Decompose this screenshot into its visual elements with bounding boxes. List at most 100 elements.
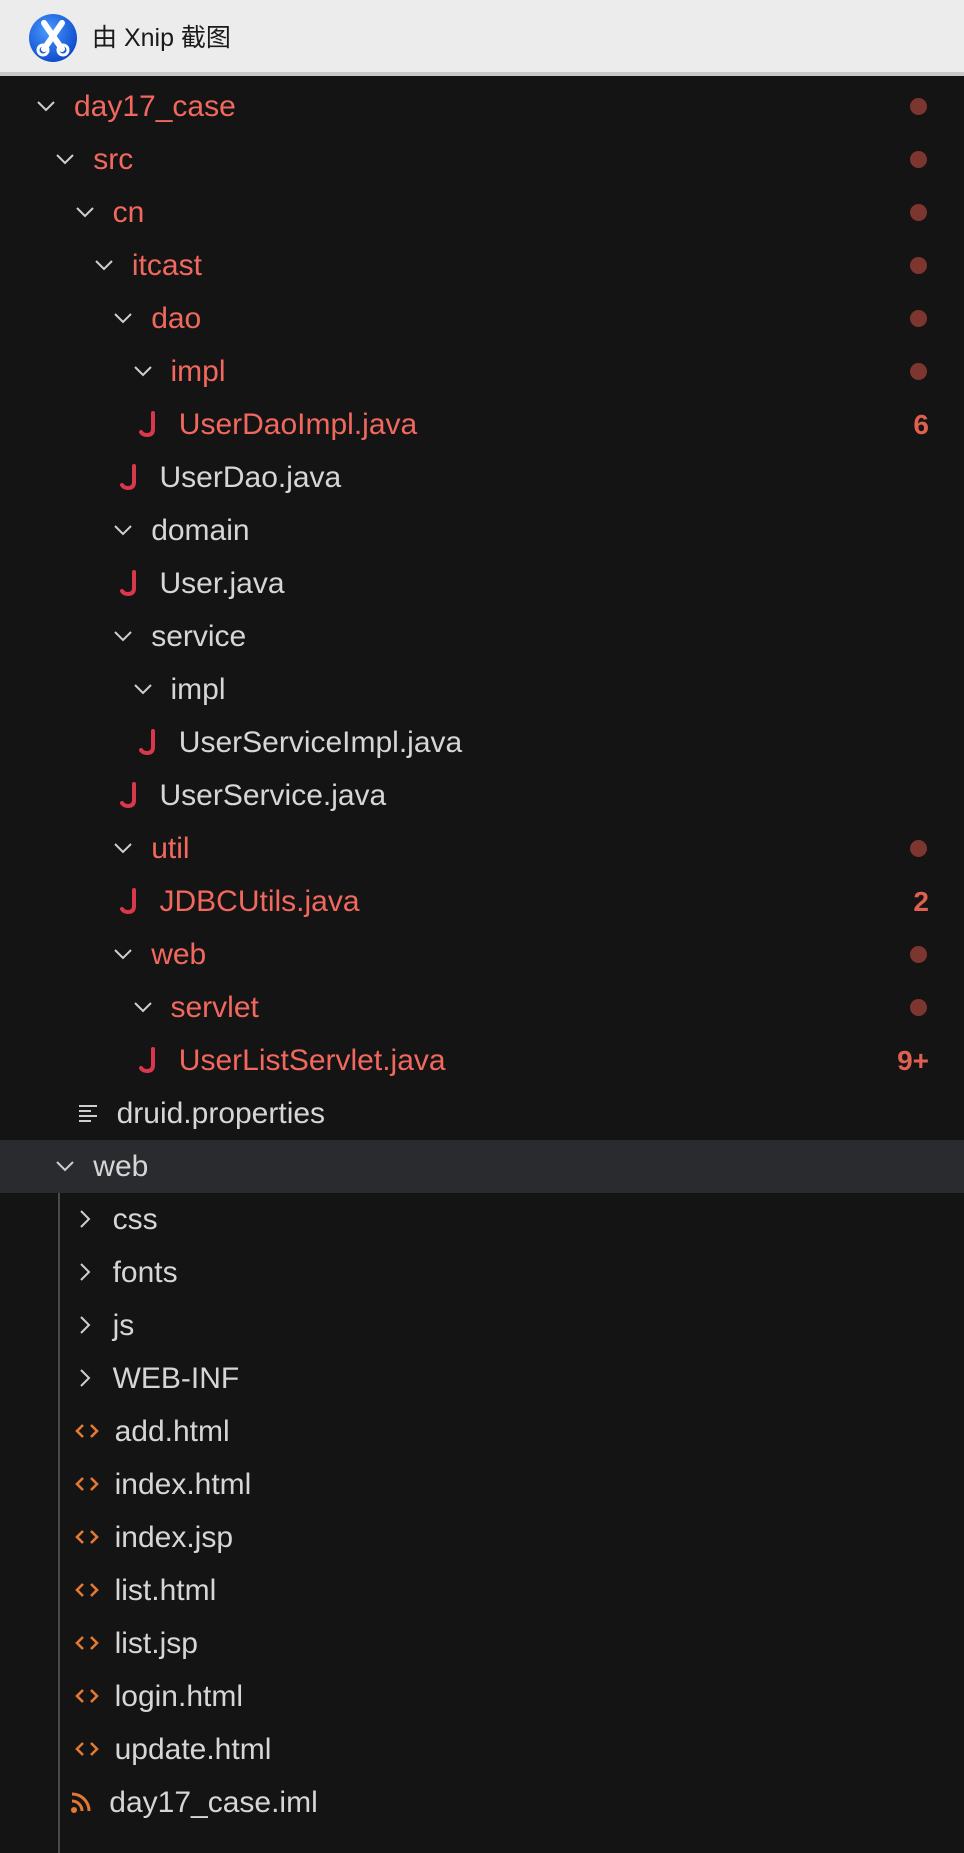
file-explorer-tree: day17_casesrc cn itcast dao impl UserDaoImpl.… <box>0 80 964 1853</box>
tree-file-row[interactable]: day17_case.iml <box>0 1776 964 1829</box>
tree-item-label: day17_case.iml <box>109 1786 318 1819</box>
tree-folder-row[interactable]: cn <box>0 186 964 239</box>
error-dot-icon <box>910 363 927 380</box>
chevron-down-icon[interactable] <box>111 624 135 648</box>
tree-file-row[interactable]: list.html <box>0 1564 964 1617</box>
tree-folder-row[interactable]: servlet <box>0 981 964 1034</box>
html-file-icon <box>74 1470 99 1498</box>
tree-folder-row[interactable]: day17_case <box>0 80 964 133</box>
tree-file-row[interactable]: druid.properties <box>0 1087 964 1140</box>
tree-folder-row[interactable]: service <box>0 610 964 663</box>
chevron-down-icon[interactable] <box>111 836 135 860</box>
tree-item-label: web <box>93 1150 149 1183</box>
chevron-down-icon[interactable] <box>131 995 155 1019</box>
tree-file-row[interactable]: update.html <box>0 1723 964 1776</box>
tree-file-row[interactable]: JDBCUtils.java 2 <box>0 875 964 928</box>
tree-folder-row[interactable]: WEB-INF <box>0 1352 964 1405</box>
tree-item-label: src <box>93 143 134 176</box>
tree-item-label: impl <box>170 355 226 388</box>
html-file-icon <box>74 1735 99 1763</box>
java-file-icon <box>138 1046 163 1074</box>
tree-file-row[interactable]: UserDaoImpl.java 6 <box>0 398 964 451</box>
html-file-icon <box>74 1523 99 1551</box>
tree-file-row[interactable]: UserService.java <box>0 769 964 822</box>
tree-file-row[interactable]: list.jsp <box>0 1617 964 1670</box>
tree-item-label: css <box>112 1203 158 1236</box>
chevron-down-icon[interactable] <box>131 359 155 383</box>
problem-count-badge: 2 <box>913 886 929 917</box>
chevron-down-icon[interactable] <box>53 1154 77 1178</box>
tree-item-label: list.html <box>114 1574 217 1607</box>
tree-item-label: itcast <box>131 249 202 282</box>
chevron-down-icon[interactable] <box>111 942 135 966</box>
tree-file-row[interactable]: add.html <box>0 1405 964 1458</box>
tree-item-label: add.html <box>114 1415 230 1448</box>
tree-item-label: login.html <box>114 1680 243 1713</box>
java-file-icon <box>119 569 144 597</box>
tree-folder-row[interactable]: src <box>0 133 964 186</box>
tree-item-label: cn <box>112 196 145 229</box>
tree-item-label: User.java <box>159 567 285 600</box>
chevron-right-icon[interactable] <box>73 1260 97 1284</box>
tree-file-row[interactable]: UserDao.java <box>0 451 964 504</box>
window-title: 由 Xnip 截图 <box>92 24 231 52</box>
tree-folder-row[interactable]: dao <box>0 292 964 345</box>
error-dot-icon <box>910 946 927 963</box>
tree-file-row[interactable]: UserListServlet.java 9+ <box>0 1034 964 1087</box>
error-dot-icon <box>910 98 927 115</box>
title-bar: 由 Xnip 截图 <box>0 0 964 76</box>
tree-item-label: update.html <box>114 1733 272 1766</box>
tree-folder-row[interactable]: js <box>0 1299 964 1352</box>
tree-item-label: servlet <box>170 991 259 1024</box>
tree-item-label: domain <box>151 514 250 547</box>
chevron-right-icon[interactable] <box>73 1207 97 1231</box>
tree-item-label: UserDao.java <box>159 461 342 494</box>
tree-file-row[interactable]: index.jsp <box>0 1511 964 1564</box>
tree-folder-row[interactable]: fonts <box>0 1246 964 1299</box>
error-dot-icon <box>910 310 927 327</box>
tree-folder-row[interactable]: domain <box>0 504 964 557</box>
tree-item-label: impl <box>170 673 226 706</box>
chevron-down-icon[interactable] <box>111 306 135 330</box>
tree-item-label: util <box>151 832 190 865</box>
tree-item-label: druid.properties <box>116 1097 326 1130</box>
chevron-right-icon[interactable] <box>73 1313 97 1337</box>
chevron-right-icon[interactable] <box>73 1366 97 1390</box>
error-dot-icon <box>910 840 927 857</box>
tree-item-label: UserListServlet.java <box>178 1044 446 1077</box>
chevron-down-icon[interactable] <box>111 518 135 542</box>
tree-file-row[interactable]: UserServiceImpl.java <box>0 716 964 769</box>
tree-folder-row[interactable]: web <box>0 928 964 981</box>
chevron-down-icon[interactable] <box>34 94 58 118</box>
tree-item-label: service <box>151 620 247 653</box>
java-file-icon <box>138 728 163 756</box>
tree-file-row[interactable]: index.html <box>0 1458 964 1511</box>
tree-item-label: UserServiceImpl.java <box>178 726 463 759</box>
tree-item-label: dao <box>151 302 202 335</box>
java-file-icon <box>119 463 144 491</box>
problem-count-badge: 9+ <box>897 1045 929 1076</box>
tree-folder-row[interactable]: css <box>0 1193 964 1246</box>
error-dot-icon <box>910 151 927 168</box>
tree-folder-row[interactable]: impl <box>0 345 964 398</box>
iml-file-icon <box>69 1788 93 1816</box>
chevron-down-icon[interactable] <box>73 200 97 224</box>
chevron-down-icon[interactable] <box>131 677 155 701</box>
chevron-down-icon[interactable] <box>92 253 116 277</box>
tree-folder-row[interactable]: util <box>0 822 964 875</box>
tree-folder-row[interactable]: web <box>0 1140 964 1193</box>
tree-folder-row[interactable]: impl <box>0 663 964 716</box>
html-file-icon <box>74 1417 99 1445</box>
tree-file-row[interactable]: login.html <box>0 1670 964 1723</box>
tree-folder-row[interactable]: itcast <box>0 239 964 292</box>
tree-item-label: index.jsp <box>114 1521 233 1554</box>
html-file-icon <box>74 1576 99 1604</box>
html-file-icon <box>74 1629 99 1657</box>
tree-file-row[interactable]: User.java <box>0 557 964 610</box>
tree-item-label: JDBCUtils.java <box>159 885 360 918</box>
java-file-icon <box>119 887 144 915</box>
tree-item-label: list.jsp <box>114 1627 198 1660</box>
tree-item-label: UserService.java <box>159 779 387 812</box>
tree-item-label: fonts <box>112 1256 178 1289</box>
chevron-down-icon[interactable] <box>53 147 77 171</box>
